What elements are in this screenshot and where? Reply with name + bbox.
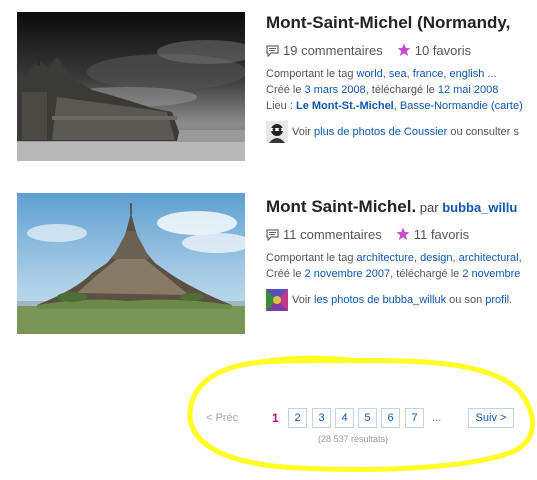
tag-link[interactable]: english ... (450, 68, 497, 80)
photo-title[interactable]: Mont-Saint-Michel (Normandy, (266, 12, 537, 34)
photo-thumbnail[interactable] (17, 193, 245, 334)
profile-link[interactable]: profil (485, 294, 509, 306)
tags-line: Comportant le tag world, sea, france, en… (266, 68, 497, 80)
page-link-3[interactable]: 3 (312, 408, 331, 428)
page-link-5[interactable]: 5 (358, 408, 377, 428)
dates-line: Créé le 2 novembre 2007, téléchargé le 2… (266, 266, 537, 282)
tags-line: Comportant le tag architecture, design, … (266, 252, 522, 264)
buddy-icon[interactable] (266, 121, 288, 144)
created-label: Créé le (266, 84, 305, 96)
owner-line: Voir plus de photos de Coussier ou consu… (266, 120, 537, 144)
uploaded-label: , téléchargé le (365, 84, 438, 96)
tags-label: Comportant le tag (266, 252, 357, 264)
author-link[interactable]: bubba_willu (442, 200, 517, 215)
region-link[interactable]: , Basse-Normandie (394, 100, 488, 112)
map-link[interactable]: (carte) (488, 100, 523, 112)
next-page-button[interactable]: Suiv > (468, 408, 514, 428)
favorites-count[interactable]: 11 favoris (414, 227, 469, 242)
uploaded-label: , téléchargé le (390, 268, 463, 280)
tag-link[interactable]: design (420, 252, 452, 264)
created-date-link[interactable]: 3 mars 2008 (305, 84, 366, 96)
photo-stats: 11 commentaires 11 favoris (266, 226, 537, 244)
favorite-star-icon (396, 227, 410, 246)
buddy-icon[interactable] (266, 289, 288, 312)
more-suffix: ou consulter s (447, 126, 519, 138)
tags-label: Comportant le tag (266, 68, 357, 80)
photo-title: Mont Saint-Michel. par bubba_willu (266, 196, 537, 218)
dates-line: Créé le 3 mars 2008, téléchargé le 12 ma… (266, 82, 537, 98)
pagination: < Préc 1 2 3 4 5 6 7 ... Suiv > (28 537 … (0, 404, 537, 444)
more-suffix: . (509, 294, 513, 306)
prev-page-button: < Préc (206, 412, 239, 424)
favorites-count[interactable]: 10 favoris (415, 43, 471, 58)
page-link-4[interactable]: 4 (335, 408, 354, 428)
created-label: Créé le (266, 268, 305, 280)
more-photos-link[interactable]: plus de photos de Coussier (314, 126, 447, 138)
tag-link[interactable]: world (357, 68, 383, 80)
photo-title-link[interactable]: Mont Saint-Michel. (266, 197, 416, 216)
uploaded-date-link[interactable]: 2 novembre (462, 268, 520, 280)
created-date-link[interactable]: 2 novembre 2007 (305, 268, 391, 280)
comments-count[interactable]: 19 commentaires (283, 43, 383, 58)
by-label: par (416, 200, 443, 215)
more-photos-link[interactable]: les photos de bubba_willuk (314, 294, 446, 306)
search-result: Mont Saint-Michel. par bubba_willu 11 co… (0, 188, 537, 338)
comment-icon (266, 44, 279, 62)
location-link[interactable]: Le Mont-St.-Michel (296, 100, 394, 112)
tag-link[interactable]: architecture (357, 252, 414, 264)
photo-thumbnail[interactable] (17, 12, 245, 161)
tag-link[interactable]: architectural, (459, 252, 522, 264)
more-label: Voir (292, 126, 315, 138)
tag-link[interactable]: france (413, 68, 444, 80)
result-info: Mont-Saint-Michel (Normandy, 19 commenta… (266, 12, 537, 144)
more-middle: ou son (446, 294, 486, 306)
pagination-ellipsis: ... (432, 412, 442, 424)
comment-icon (266, 228, 279, 246)
result-info: Mont Saint-Michel. par bubba_willu 11 co… (266, 196, 537, 312)
page-link-6[interactable]: 6 (381, 408, 400, 428)
owner-line: Voir les photos de bubba_willuk ou son p… (266, 288, 537, 312)
comments-count[interactable]: 11 commentaires (283, 227, 382, 242)
photo-stats: 19 commentaires 10 favoris (266, 42, 537, 60)
current-page: 1 (272, 411, 279, 425)
result-count: (28 537 résultats) (318, 434, 389, 444)
location-line: Lieu : Le Mont-St.-Michel, Basse-Normand… (266, 98, 537, 114)
page-link-2[interactable]: 2 (288, 408, 307, 428)
uploaded-date-link[interactable]: 12 mai 2008 (438, 84, 499, 96)
location-label: Lieu : (266, 100, 296, 112)
search-result: Mont-Saint-Michel (Normandy, 19 commenta… (0, 0, 537, 170)
more-label: Voir (292, 294, 315, 306)
page-link-7[interactable]: 7 (405, 408, 424, 428)
tag-link[interactable]: sea (389, 68, 407, 80)
favorite-star-icon (397, 43, 411, 62)
